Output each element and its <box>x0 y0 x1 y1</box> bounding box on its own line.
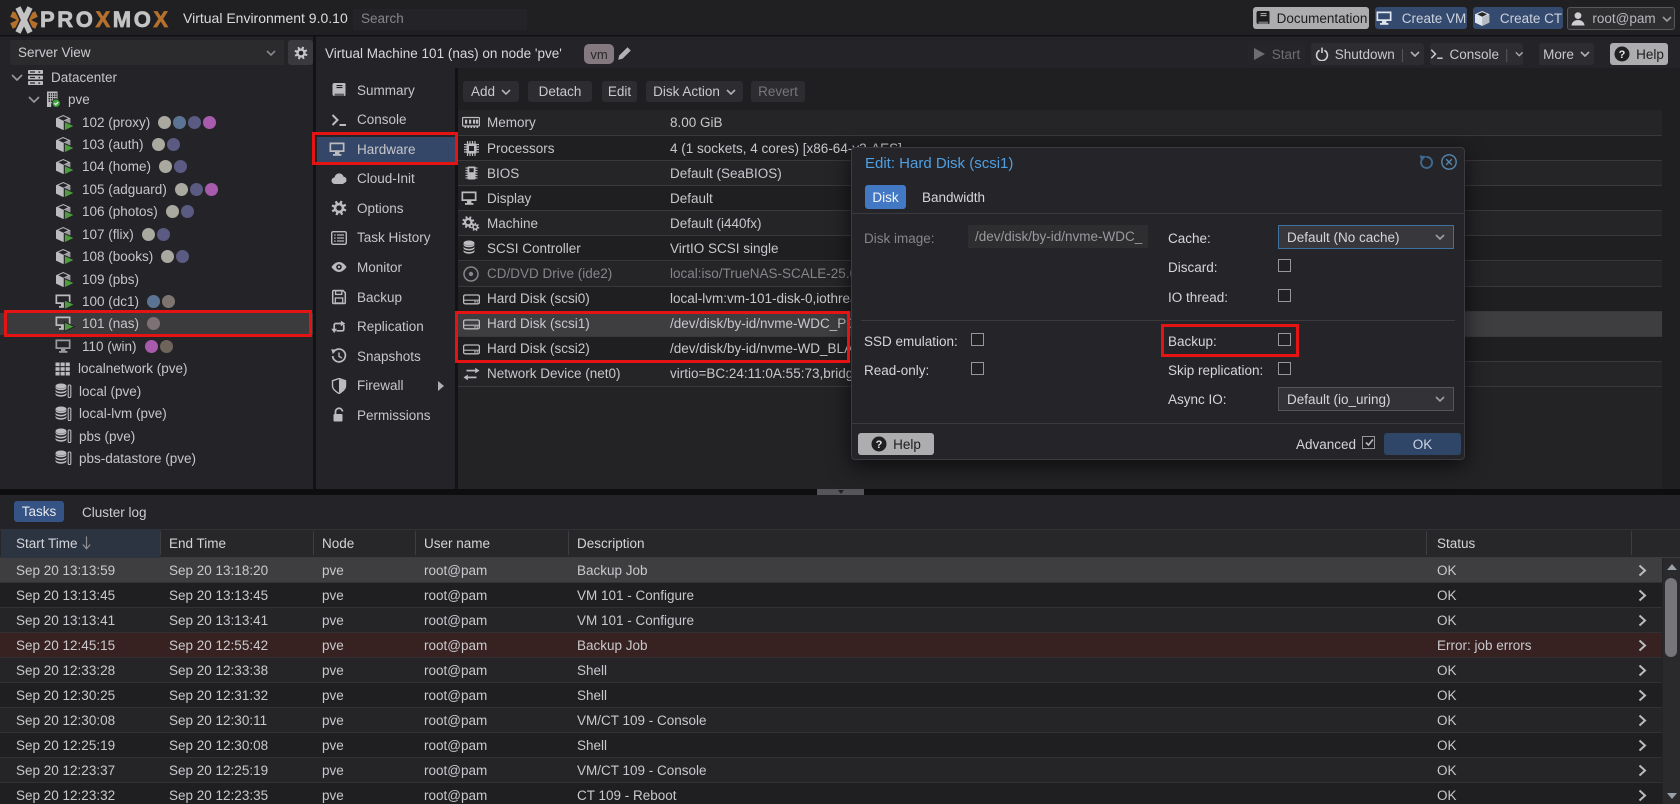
svg-text:?: ? <box>876 439 883 451</box>
svg-text:?: ? <box>1619 49 1626 61</box>
